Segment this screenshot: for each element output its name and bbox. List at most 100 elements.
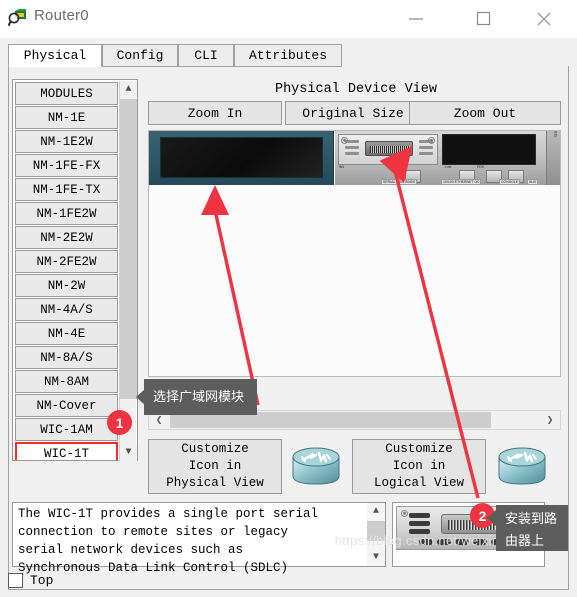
wic-slot-label: W1 (339, 165, 345, 169)
module-item-nm-4e[interactable]: NM-4E (15, 322, 118, 345)
module-item-modules[interactable]: MODULES (15, 82, 118, 105)
module-label: NM-1FE2W (36, 206, 97, 221)
original-size-button[interactable]: Original Size (285, 101, 421, 125)
chassis-panel (160, 137, 323, 178)
console-label: CONSOLE (499, 179, 521, 185)
module-item-nm-2w[interactable]: NM-2W (15, 274, 118, 297)
module-description-text: The WIC-1T provides a single port serial… (18, 507, 319, 575)
module-item-nm-2e2w[interactable]: NM-2E2W (15, 226, 118, 249)
maximize-icon (476, 11, 491, 26)
module-label: NM-1FE-TX (32, 182, 101, 197)
module-item-nm-1fe2w[interactable]: NM-1FE2W (15, 202, 118, 225)
top-checkbox-row[interactable]: Top (8, 568, 208, 593)
minimize-icon (409, 18, 423, 20)
chevron-up-icon[interactable]: ▲ (120, 81, 137, 98)
window-title: Router0 (34, 7, 89, 24)
chevron-up-icon[interactable]: ▲ (367, 503, 385, 520)
module-item-nm-8am[interactable]: NM-8AM (15, 370, 118, 393)
module-item-nm-1fe-fx[interactable]: NM-1FE-FX (15, 154, 118, 177)
module-label: NM-1E2W (40, 134, 93, 149)
ethernet-ports-label: 10/100 ETHERNET 0/0 (441, 179, 482, 185)
module-label: NM-4E (47, 326, 86, 341)
close-button[interactable] (521, 0, 567, 38)
tab-bar: Physical Config CLI Attributes (8, 44, 569, 67)
router-icon (289, 443, 343, 490)
close-icon (537, 12, 551, 26)
wic-slot-1[interactable] (442, 134, 536, 165)
zoom-in-label: Zoom In (187, 105, 243, 121)
module-label: NM-Cover (36, 398, 97, 413)
modules-list[interactable]: MODULES NM-1E NM-1E2W NM-1FE-FX NM-1FE-T… (15, 82, 120, 460)
chassis-right-section: ✱ ✱ W1 Link SERIAL 0/0/0 S0/0/0 Link FDX… (335, 131, 560, 185)
module-label: NM-4A/S (40, 302, 93, 317)
tab-config[interactable]: Config (102, 44, 178, 67)
window-title-bar: Router0 (0, 0, 577, 38)
chevron-down-icon[interactable]: ▼ (120, 444, 137, 461)
module-item-nm-8a-s[interactable]: NM-8A/S (15, 346, 118, 369)
module-label: NM-1E (47, 110, 86, 125)
module-label: NM-8A/S (40, 350, 93, 365)
maximize-button[interactable] (461, 0, 507, 38)
module-label: WIC-1T (43, 446, 89, 461)
module-label: NM-2FE2W (36, 254, 97, 269)
module-label: NM-2W (47, 278, 86, 293)
module-label: WIC-1AM (40, 422, 93, 437)
tab-attributes[interactable]: Attributes (234, 44, 342, 67)
modules-list-scrollbar[interactable]: ▲ ▼ (119, 81, 137, 461)
zoom-out-button[interactable]: Zoom Out (409, 101, 561, 125)
module-description-box[interactable]: The WIC-1T provides a single port serial… (12, 502, 386, 575)
customize-icon-physical-view-button[interactable]: Customize Icon in Physical View (148, 439, 282, 494)
module-item-wic-1am[interactable]: WIC-1AM (15, 418, 118, 441)
module-item-wic-1t[interactable]: WIC-1T (15, 442, 118, 460)
screw-icon: ✱ (401, 510, 408, 517)
tab-config-label: Config (116, 48, 164, 63)
top-checkbox[interactable] (8, 573, 23, 588)
module-item-nm-1e[interactable]: NM-1E (15, 106, 118, 129)
router-chassis-image[interactable]: ✱ ✱ W1 Link SERIAL 0/0/0 S0/0/0 Link FDX… (149, 131, 560, 185)
modules-list-panel: MODULES NM-1E NM-1E2W NM-1FE-FX NM-1FE-T… (12, 79, 138, 461)
physical-device-view-title: Physical Device View (274, 82, 438, 97)
aux-label: AUX (527, 179, 539, 185)
minimize-button[interactable] (393, 0, 439, 38)
annotation-badge-1: 1 (107, 410, 132, 435)
module-item-nm-cover[interactable]: NM-Cover (15, 394, 118, 417)
scrollbar-thumb[interactable] (120, 99, 137, 399)
module-label: NM-1FE-FX (32, 158, 101, 173)
module-label: MODULES (40, 86, 93, 101)
wic-slot-0[interactable]: ✱ ✱ (338, 134, 438, 165)
original-size-label: Original Size (302, 105, 404, 121)
serial-port-connector[interactable] (365, 141, 413, 156)
callout-tip-2 (487, 510, 496, 526)
module-item-nm-2fe2w[interactable]: NM-2FE2W (15, 250, 118, 273)
customize-logical-label: Customize Icon in Logical View (373, 442, 464, 490)
module-item-nm-4a-s[interactable]: NM-4A/S (15, 298, 118, 321)
router-icon (495, 443, 549, 490)
module-label: NM-2E2W (40, 230, 93, 245)
model-label: CISCO 2811 (554, 131, 558, 137)
module-item-nm-1e2w[interactable]: NM-1E2W (15, 130, 118, 153)
chevron-down-icon[interactable]: ▼ (367, 549, 385, 566)
link2-label: Link (445, 165, 452, 169)
router-magnifier-icon (7, 8, 28, 28)
device-view-canvas[interactable]: ✱ ✱ W1 Link SERIAL 0/0/0 S0/0/0 Link FDX… (148, 130, 561, 377)
module-label: NM-8AM (43, 374, 89, 389)
tab-cli-label: CLI (194, 48, 218, 63)
zoom-out-label: Zoom Out (453, 105, 517, 121)
zoom-in-button[interactable]: Zoom In (148, 101, 282, 125)
customize-icon-logical-view-button[interactable]: Customize Icon in Logical View (352, 439, 486, 494)
fdx-label: FDX (477, 165, 484, 169)
tab-physical[interactable]: Physical (8, 44, 102, 67)
annotation-callout-2: 安装到路 由器上 (496, 505, 568, 551)
top-checkbox-label: Top (30, 573, 54, 588)
tab-physical-label: Physical (23, 48, 87, 63)
link-label: Link (390, 165, 397, 169)
module-item-nm-1fe-tx[interactable]: NM-1FE-TX (15, 178, 118, 201)
customize-physical-label: Customize Icon in Physical View (166, 442, 264, 490)
tab-attributes-label: Attributes (248, 48, 327, 63)
annotation-callout-1: 选择广域网模块 (144, 379, 257, 415)
chassis-left-section (149, 131, 334, 185)
serial-port-label: SERIAL 0/0/0 S0/0/0 (381, 179, 418, 185)
chevron-right-icon[interactable]: ❯ (540, 411, 560, 429)
tab-cli[interactable]: CLI (178, 44, 234, 67)
chassis-end-cap (546, 131, 560, 185)
